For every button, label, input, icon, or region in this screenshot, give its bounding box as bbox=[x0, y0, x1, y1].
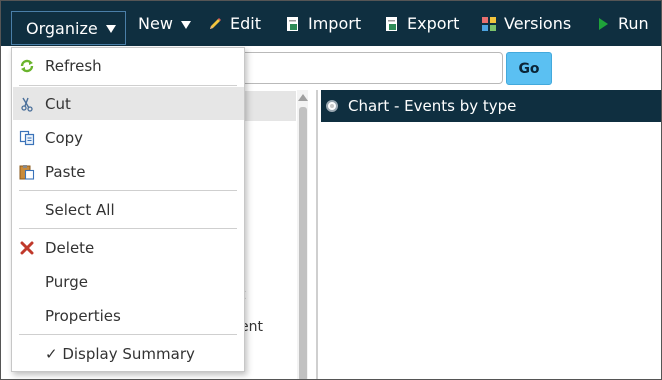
menu-item-label: Copy bbox=[45, 128, 84, 147]
organize-dropdown-menu: Refresh Cut Copy Paste Select All Delete… bbox=[11, 47, 245, 372]
pencil-icon bbox=[207, 16, 223, 32]
new-menu-button[interactable]: New bbox=[138, 1, 191, 46]
menu-item-refresh[interactable]: Refresh bbox=[13, 49, 244, 82]
menu-item-label: Paste bbox=[45, 162, 86, 181]
pane-splitter[interactable] bbox=[316, 90, 318, 379]
menu-separator bbox=[19, 85, 237, 86]
edit-label: Edit bbox=[230, 14, 261, 33]
menu-separator bbox=[19, 334, 237, 335]
copy-icon bbox=[19, 130, 35, 146]
menu-item-copy[interactable]: Copy bbox=[13, 121, 244, 154]
caret-down-icon bbox=[105, 25, 116, 33]
toolbar: Organize New Edit Import Export Versions… bbox=[1, 1, 661, 46]
play-icon bbox=[595, 16, 611, 32]
export-icon bbox=[384, 16, 400, 32]
content-header-title: Chart - Events by type bbox=[348, 97, 517, 115]
menu-item-label: ✓ Display Summary bbox=[45, 344, 195, 363]
export-button[interactable]: Export bbox=[384, 1, 459, 46]
edit-button[interactable]: Edit bbox=[207, 1, 261, 46]
import-icon bbox=[285, 16, 301, 32]
menu-separator bbox=[19, 228, 237, 229]
search-input[interactable] bbox=[231, 52, 503, 84]
refresh-icon bbox=[19, 58, 35, 74]
menu-item-properties[interactable]: Properties bbox=[13, 299, 244, 332]
menu-item-purge[interactable]: Purge bbox=[13, 265, 244, 298]
menu-item-label: Purge bbox=[45, 272, 88, 291]
versions-icon bbox=[481, 16, 497, 32]
menu-item-label: Refresh bbox=[45, 56, 102, 75]
menu-item-label: Properties bbox=[45, 306, 121, 325]
run-button[interactable]: Run bbox=[595, 1, 649, 46]
export-label: Export bbox=[407, 14, 460, 33]
versions-button[interactable]: Versions bbox=[481, 1, 571, 46]
run-label: Run bbox=[618, 14, 649, 33]
menu-item-label: Delete bbox=[45, 238, 95, 257]
scroll-thumb[interactable] bbox=[299, 107, 307, 379]
new-label: New bbox=[138, 14, 173, 33]
organize-label: Organize bbox=[26, 18, 98, 38]
scissors-icon bbox=[19, 96, 35, 112]
menu-item-label: Cut bbox=[45, 94, 71, 113]
organize-menu-button[interactable]: Organize bbox=[11, 11, 126, 45]
import-label: Import bbox=[308, 14, 362, 33]
delete-icon bbox=[19, 240, 35, 256]
menu-item-cut[interactable]: Cut bbox=[13, 87, 244, 120]
menu-item-select-all[interactable]: Select All bbox=[13, 193, 244, 226]
scroll-up-arrow-icon[interactable] bbox=[298, 94, 308, 101]
paste-icon bbox=[19, 164, 35, 180]
radio-icon[interactable] bbox=[326, 100, 338, 112]
versions-label: Versions bbox=[504, 14, 572, 33]
caret-down-icon bbox=[180, 20, 191, 29]
content-header[interactable]: Chart - Events by type bbox=[321, 90, 661, 122]
go-button[interactable]: Go bbox=[506, 52, 552, 85]
window: Organize New Edit Import Export Versions… bbox=[0, 0, 662, 380]
menu-item-delete[interactable]: Delete bbox=[13, 231, 244, 264]
menu-item-display-summary[interactable]: ✓ Display Summary bbox=[13, 337, 244, 370]
import-button[interactable]: Import bbox=[285, 1, 361, 46]
menu-item-paste[interactable]: Paste bbox=[13, 155, 244, 188]
menu-separator bbox=[19, 190, 237, 191]
menu-item-label: Select All bbox=[45, 200, 115, 219]
